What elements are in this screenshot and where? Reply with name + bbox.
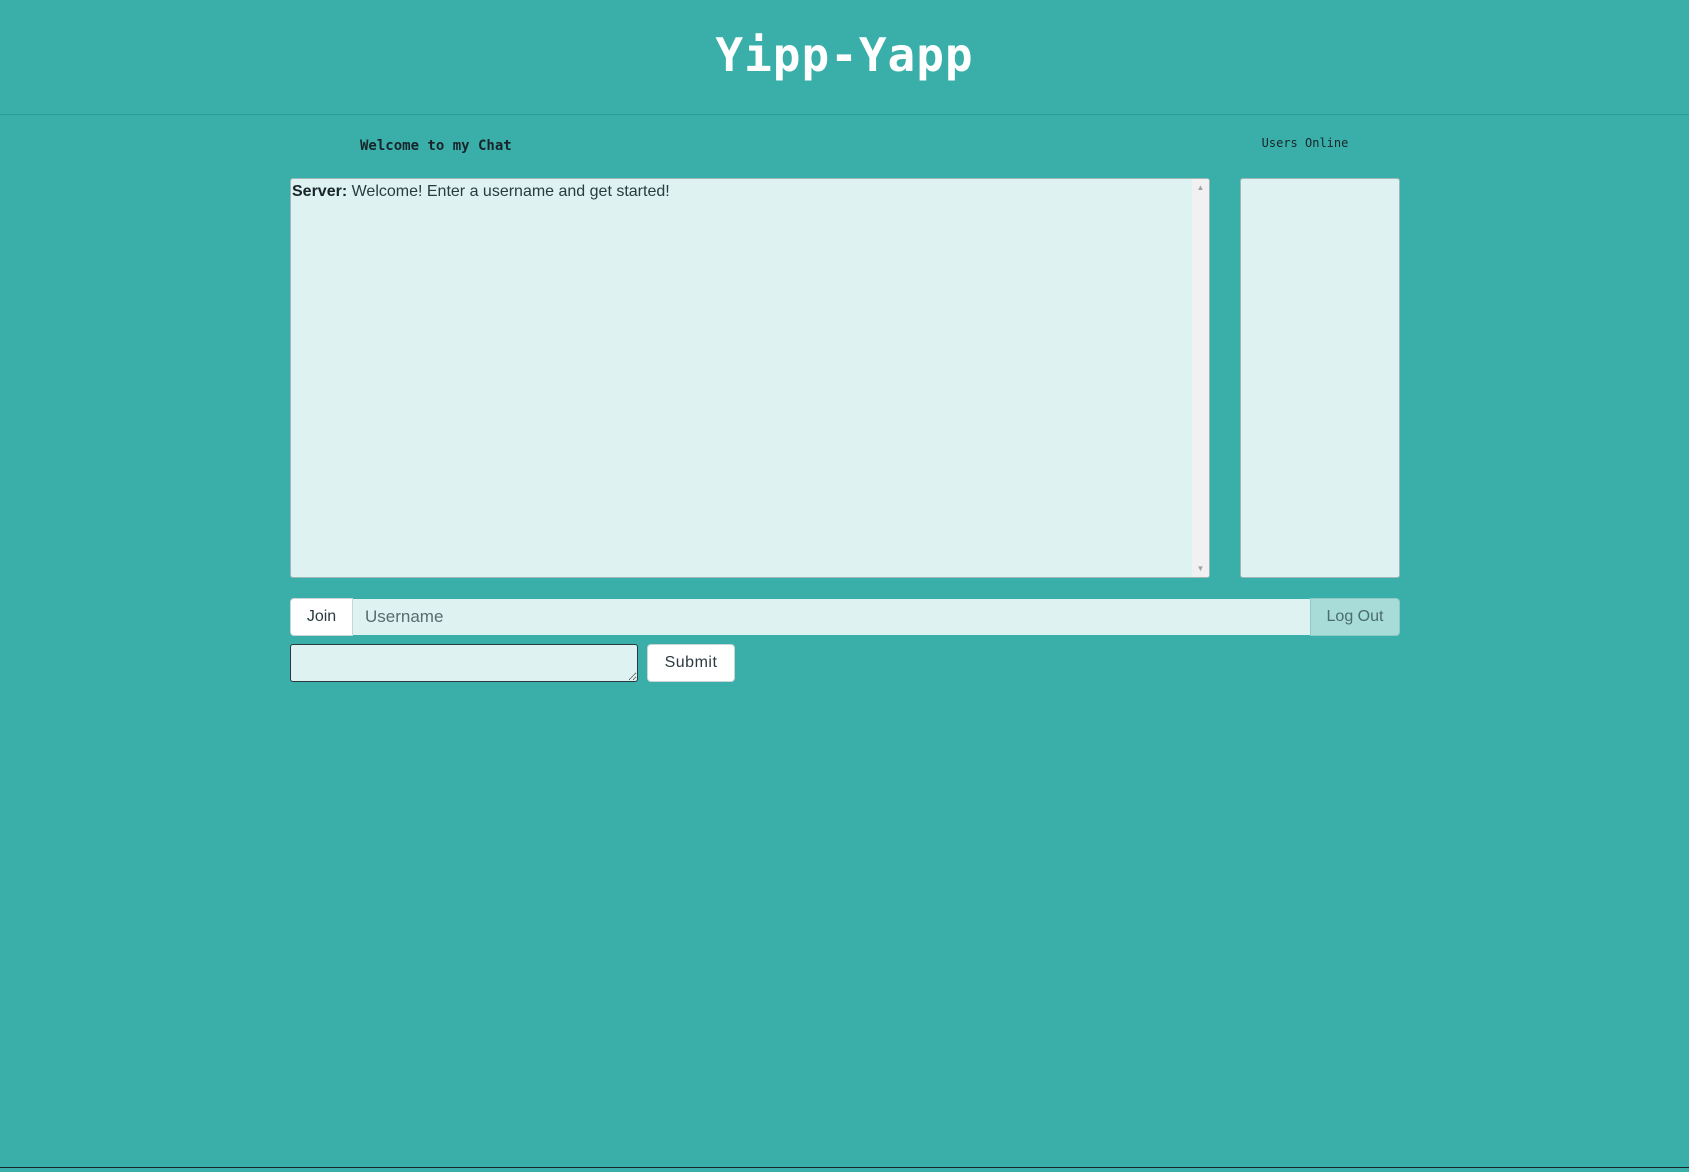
app-title: Yipp-Yapp <box>715 28 974 82</box>
logout-button[interactable]: Log Out <box>1310 598 1400 636</box>
message-sender: Server: <box>292 183 348 200</box>
app-header: Yipp-Yapp <box>0 0 1689 115</box>
submit-button[interactable]: Submit <box>647 644 735 682</box>
message-text: Welcome! Enter a username and get starte… <box>347 183 670 200</box>
users-online-heading: Users Online <box>1261 136 1349 150</box>
chat-messages-box[interactable]: Server: Welcome! Enter a username and ge… <box>290 178 1210 578</box>
scroll-down-icon[interactable]: ▼ <box>1192 560 1209 577</box>
chat-scrollbar[interactable]: ▲ ▼ <box>1192 179 1209 577</box>
users-online-list <box>1240 178 1400 578</box>
chat-message: Server: Welcome! Enter a username and ge… <box>292 183 1191 201</box>
message-input[interactable] <box>290 644 638 682</box>
join-button[interactable]: Join <box>290 598 353 636</box>
join-form: Join Log Out <box>290 598 1400 636</box>
chat-heading: Welcome to my Chat <box>360 138 512 154</box>
page-bottom-border <box>0 1167 1689 1168</box>
chat-message-list: Server: Welcome! Enter a username and ge… <box>291 179 1192 577</box>
scroll-up-icon[interactable]: ▲ <box>1192 179 1209 196</box>
username-input[interactable] <box>353 598 1310 636</box>
